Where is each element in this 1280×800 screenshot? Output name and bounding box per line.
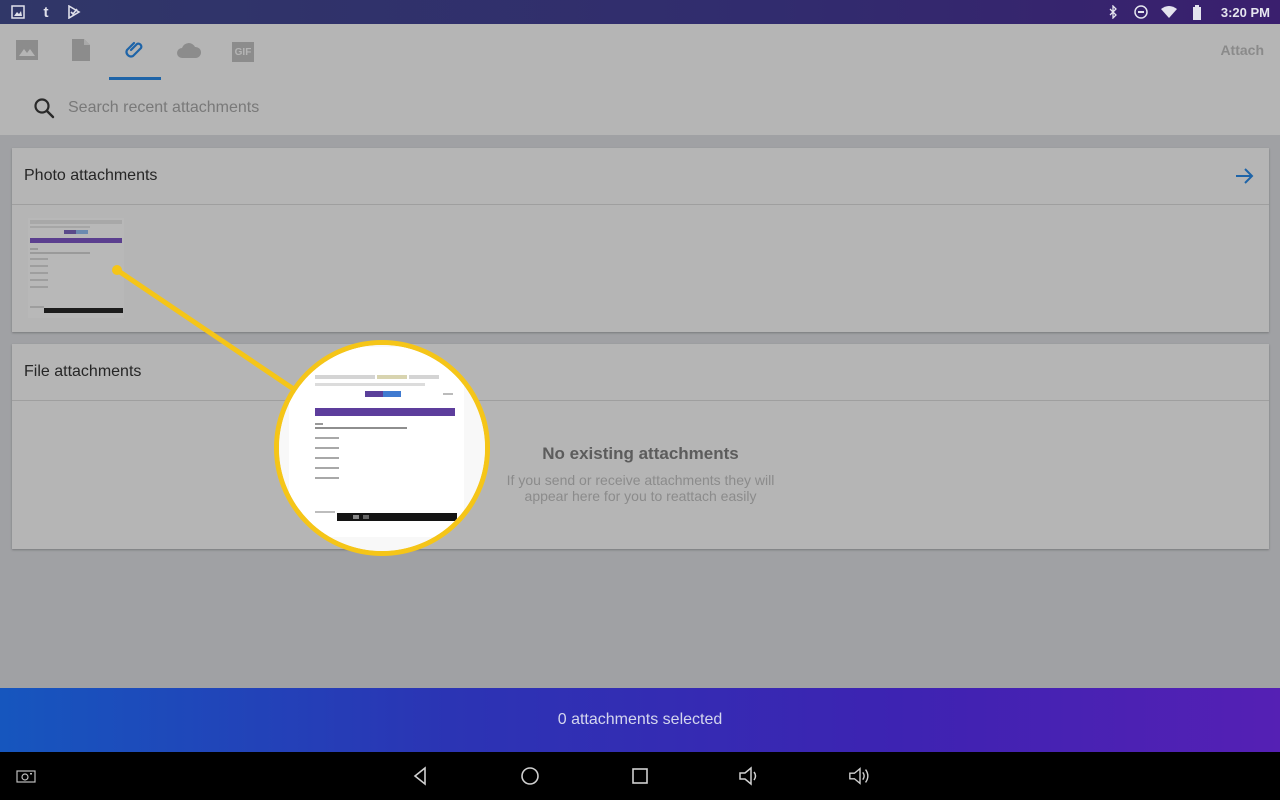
bluetooth-icon xyxy=(1105,4,1121,20)
recents-icon[interactable] xyxy=(628,764,652,788)
home-icon[interactable] xyxy=(518,764,542,788)
cloud-icon xyxy=(177,42,202,63)
empty-state-message: If you send or receive attachments they … xyxy=(12,472,1269,504)
attachment-tabs: GIF xyxy=(0,24,270,80)
search-icon[interactable] xyxy=(32,96,56,120)
volume-down-icon[interactable] xyxy=(738,764,762,788)
empty-state-title: No existing attachments xyxy=(542,444,739,463)
file-attachments-header: File attachments xyxy=(12,344,1269,401)
system-nav-bar xyxy=(0,752,1280,800)
image-icon xyxy=(16,39,38,65)
gallery-icon xyxy=(10,4,26,20)
tumblr-icon: t xyxy=(43,3,49,21)
tab-recent-attachments[interactable] xyxy=(108,24,162,80)
tab-gif[interactable]: GIF xyxy=(216,24,270,80)
search-input[interactable] xyxy=(68,99,668,117)
screenshot-icon[interactable] xyxy=(14,764,38,788)
volume-up-icon[interactable] xyxy=(848,764,872,788)
photo-attachments-header: Photo attachments xyxy=(12,148,1269,205)
paperclip-icon xyxy=(123,38,147,67)
photo-thumbnail[interactable] xyxy=(28,218,124,318)
arrow-right-icon[interactable] xyxy=(1233,164,1257,188)
attachment-picker-header: GIF Attach xyxy=(0,24,1280,135)
back-icon[interactable] xyxy=(408,764,432,788)
tab-photos[interactable] xyxy=(0,24,54,80)
tab-cloud[interactable] xyxy=(162,24,216,80)
photo-attachments-title: Photo attachments xyxy=(24,167,158,184)
tab-files[interactable] xyxy=(54,24,108,80)
photo-attachments-section: Photo attachments xyxy=(12,148,1269,332)
search-bar xyxy=(0,82,1280,134)
file-attachments-section: File attachments No existing attachments… xyxy=(12,344,1269,549)
empty-state-line-1: If you send or receive attachments they … xyxy=(506,472,775,488)
empty-state: No existing attachments If you send or r… xyxy=(12,444,1269,504)
file-attachments-title: File attachments xyxy=(24,363,142,380)
attach-button[interactable]: Attach xyxy=(1220,42,1264,58)
status-bar: t 3:20 PM xyxy=(0,0,1280,24)
magnified-thumbnail-callout xyxy=(274,340,490,556)
wifi-icon xyxy=(1160,4,1177,20)
empty-state-line-2: appear here for you to reattach easily xyxy=(524,488,757,504)
document-icon xyxy=(72,38,90,66)
selection-count-label: 0 attachments selected xyxy=(557,711,723,728)
selection-status-bar: 0 attachments selected xyxy=(0,688,1280,752)
do-not-disturb-icon xyxy=(1133,4,1149,20)
clock: 3:20 PM xyxy=(1220,4,1270,20)
gif-icon: GIF xyxy=(232,42,254,62)
battery-icon xyxy=(1189,4,1205,20)
play-store-icon xyxy=(66,4,82,20)
